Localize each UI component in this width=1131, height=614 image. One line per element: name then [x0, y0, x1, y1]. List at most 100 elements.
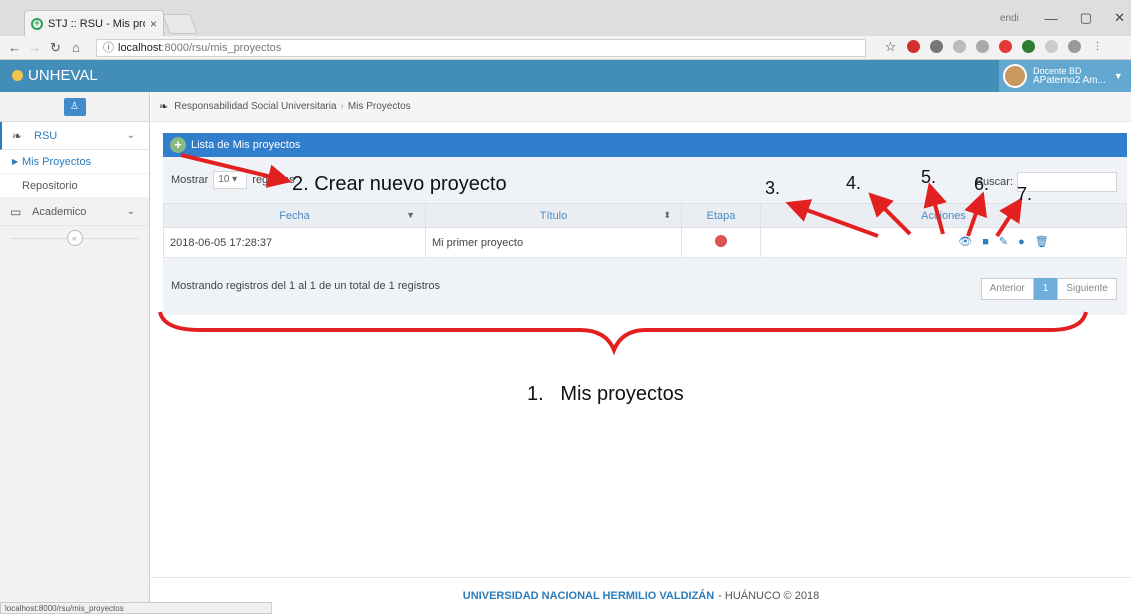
chevron-down-icon: ⌄ [126, 206, 135, 217]
browser-status-bar: localhost:8000/rsu/mis_proyectos [0, 602, 272, 614]
home-icon[interactable]: ⌂ [72, 40, 80, 55]
vimeo-extension-icon[interactable] [1068, 40, 1081, 53]
sort-desc-icon: ▼ [406, 210, 415, 220]
cell-etapa [681, 227, 761, 258]
sidebar: ♙ ❧ RSU ⌄ ▶ Mis Proyectos Repositorio ▭ … [0, 92, 150, 614]
eye-icon[interactable]: 👁 [958, 237, 972, 248]
column-header-label: Acciones [921, 209, 966, 222]
sidebar-item-academico[interactable]: ▭ Academico ⌄ [0, 198, 149, 226]
annotation-1: 1. Mis proyectos [527, 383, 684, 405]
sidebar-item-label: RSU [34, 129, 58, 142]
sidebar-subitem-label: Mis Proyectos [22, 155, 92, 168]
panel-header: + Lista de Mis proyectos [163, 133, 1127, 157]
sidebar-item-label: Academico [32, 205, 87, 218]
panel-title: Lista de Mis proyectos [191, 139, 301, 151]
menu-kebab-icon[interactable]: ⋮ [1091, 40, 1104, 53]
column-header-label: Etapa [706, 209, 736, 222]
add-project-button[interactable]: + [170, 137, 186, 153]
user-name: APaterno2 Am... [1033, 75, 1106, 86]
address-bar[interactable]: ⓘ localhost:8000/rsu/mis_proyectos [96, 39, 866, 57]
puzzle-extension-icon[interactable] [930, 40, 943, 53]
page-length: Mostrar 10 ▾ registros [171, 171, 294, 189]
column-header-fecha[interactable]: Fecha ▼ [163, 203, 426, 228]
annotation-brace [158, 311, 1088, 356]
maximize-icon[interactable]: ▢ [1080, 10, 1092, 26]
tab-title: STJ :: RSU - Mis proyecto [48, 17, 145, 30]
browser-tabstrip: + STJ :: RSU - Mis proyecto × endi — ▢ ✕ [0, 0, 1131, 36]
page-size-select[interactable]: 10 ▾ [213, 171, 248, 189]
collapse-sidebar-icon[interactable]: « [66, 230, 83, 246]
table-info: Mostrando registros del 1 al 1 de un tot… [171, 280, 441, 292]
table-search: Buscar: [976, 172, 1117, 192]
new-tab-button[interactable] [162, 14, 198, 34]
leaf-icon: ❧ [12, 128, 23, 143]
forward-icon[interactable]: → [28, 40, 41, 55]
brand[interactable]: UNHEVAL [12, 67, 98, 84]
chevron-down-icon: ⌄ [126, 130, 135, 141]
annotation-2: 2. Crear nuevo proyecto [292, 173, 507, 195]
edit-icon[interactable]: ✎ [999, 237, 1008, 248]
sidebar-shortcuts: ♙ [0, 92, 149, 122]
annotation-7: 7. [1017, 184, 1033, 204]
url-path: :8000/rsu/mis_proyectos [161, 42, 282, 54]
extensions-bar: ☆ ⋮ [884, 40, 1104, 53]
extension-icon[interactable] [976, 40, 989, 53]
globe-plus-icon: + [31, 17, 43, 30]
browser-tab[interactable]: + STJ :: RSU - Mis proyecto × [24, 10, 164, 36]
breadcrumb-current: Mis Proyectos [347, 101, 411, 112]
breadcrumb-root[interactable]: Responsabilidad Social Universitaria [174, 101, 336, 112]
footer-university: UNIVERSIDAD NACIONAL HERMILIO VALDIZÁN [462, 590, 715, 602]
window-user[interactable]: endi [1000, 13, 1019, 24]
extension-icon[interactable] [1045, 40, 1058, 53]
sidebar-collapse-row: « [0, 226, 149, 250]
tab-close-icon[interactable]: × [150, 17, 157, 31]
cell-acciones: 👁 ■ ✎ ● 🗑 [760, 227, 1127, 258]
folder-icon[interactable]: ■ [982, 237, 989, 248]
records-label: registros [252, 174, 295, 186]
page-footer: UNIVERSIDAD NACIONAL HERMILIO VALDIZÁN -… [151, 577, 1131, 614]
sidebar-item-rsu[interactable]: ❧ RSU ⌄ [0, 122, 149, 150]
table-footer: Mostrando registros del 1 al 1 de un tot… [163, 271, 1127, 307]
user-info: Docente BD APaterno2 Am... [1033, 66, 1106, 86]
pagination: Anterior 1 Siguiente [980, 278, 1117, 300]
rsu-submenu: ▶ Mis Proyectos Repositorio [0, 150, 149, 198]
column-header-label: Título [539, 209, 568, 222]
user-menu[interactable]: Docente BD APaterno2 Am... ▼ [999, 60, 1131, 92]
trash-icon[interactable]: 🗑 [1035, 237, 1049, 248]
shield-extension-icon[interactable] [1022, 40, 1035, 53]
row-actions: 👁 ■ ✎ ● 🗑 [767, 237, 1126, 248]
prev-page-button[interactable]: Anterior [980, 278, 1034, 300]
next-page-button[interactable]: Siguiente [1057, 278, 1117, 300]
close-window-icon[interactable]: ✕ [1114, 10, 1125, 26]
table-row: 2018-06-05 17:28:37 Mi primer proyecto 👁… [163, 227, 1127, 258]
adblock-icon[interactable] [907, 40, 920, 53]
cell-titulo: Mi primer proyecto [425, 227, 682, 258]
screen: + STJ :: RSU - Mis proyecto × endi — ▢ ✕… [0, 0, 1131, 614]
avatar [1003, 64, 1027, 88]
caret-down-icon: ▼ [1113, 71, 1123, 81]
breadcrumb: ❧ Responsabilidad Social Universitaria ›… [151, 92, 1131, 122]
projects-panel: + Lista de Mis proyectos Mostrar 10 ▾ re… [163, 133, 1127, 315]
leaf-icon: ❧ [159, 101, 169, 113]
column-header-titulo[interactable]: Título ⬍ [425, 203, 682, 228]
back-icon[interactable]: ← [8, 40, 21, 55]
window-controls: endi — ▢ ✕ [1000, 10, 1125, 26]
info-icon[interactable]: ⓘ [103, 42, 114, 54]
annotation-6: 6. [974, 174, 990, 194]
page-1-button[interactable]: 1 [1033, 278, 1058, 300]
reload-icon[interactable]: ↻ [50, 40, 61, 56]
sidebar-subitem-label: Repositorio [22, 179, 78, 192]
user-shortcut-button[interactable]: ♙ [63, 97, 86, 116]
column-header-label: Fecha [279, 209, 310, 222]
opera-icon[interactable] [999, 40, 1012, 53]
extension-icon[interactable] [953, 40, 966, 53]
monitor-icon: ▭ [10, 204, 22, 219]
sidebar-subitem-mis-proyectos[interactable]: ▶ Mis Proyectos [0, 150, 149, 174]
projects-table: Fecha ▼ Título ⬍ Etapa Acciones 2018-06-05… [163, 203, 1127, 258]
comment-icon[interactable]: ● [1018, 237, 1025, 248]
bookmark-star-icon[interactable]: ☆ [884, 40, 897, 53]
table-header-row: Fecha ▼ Título ⬍ Etapa Acciones [163, 203, 1127, 228]
app-header: UNHEVAL Docente BD APaterno2 Am... ▼ [0, 60, 1131, 92]
minimize-icon[interactable]: — [1045, 11, 1058, 26]
sidebar-subitem-repositorio[interactable]: Repositorio [0, 174, 149, 198]
